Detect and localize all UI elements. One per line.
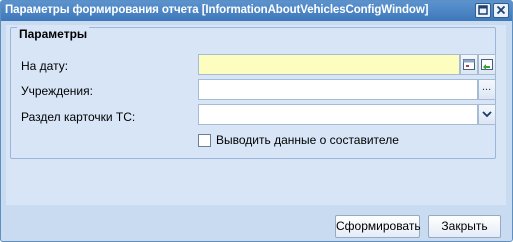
author-data-checkbox[interactable] xyxy=(198,134,211,147)
section-dropdown-button[interactable] xyxy=(478,104,496,125)
maximize-icon xyxy=(478,5,488,15)
institution-input[interactable] xyxy=(198,79,478,100)
close-icon xyxy=(496,5,506,15)
author-data-checkbox-label[interactable]: Выводить данные о составителе xyxy=(216,133,399,147)
today-button[interactable] xyxy=(478,54,496,75)
close-window-button[interactable] xyxy=(493,3,509,18)
date-label: На дату: xyxy=(21,59,69,73)
date-input[interactable] xyxy=(198,54,460,75)
close-button[interactable]: Закрыть xyxy=(428,215,501,238)
maximize-button[interactable] xyxy=(475,3,491,18)
fieldset-legend: Параметры xyxy=(17,27,90,41)
generate-button[interactable]: Сформировать xyxy=(335,215,421,238)
calendar-icon xyxy=(463,59,475,70)
window-titlebar[interactable]: Параметры формирования отчета [Informati… xyxy=(1,1,512,21)
chevron-down-icon xyxy=(482,111,492,118)
section-select[interactable] xyxy=(198,104,478,125)
institution-label: Учреждения: xyxy=(21,84,93,98)
section-label: Раздел карточки ТС: xyxy=(21,110,136,124)
window-title: Параметры формирования отчета [Informati… xyxy=(5,4,429,16)
parameters-fieldset: Параметры На дату: Учреждения: ... Разде… xyxy=(10,27,496,159)
institution-browse-button[interactable]: ... xyxy=(478,79,496,100)
calendar-button[interactable] xyxy=(460,54,478,75)
refresh-date-icon xyxy=(481,59,493,70)
ellipsis-icon: ... xyxy=(482,81,492,93)
config-window: Параметры формирования отчета [Informati… xyxy=(0,0,513,242)
